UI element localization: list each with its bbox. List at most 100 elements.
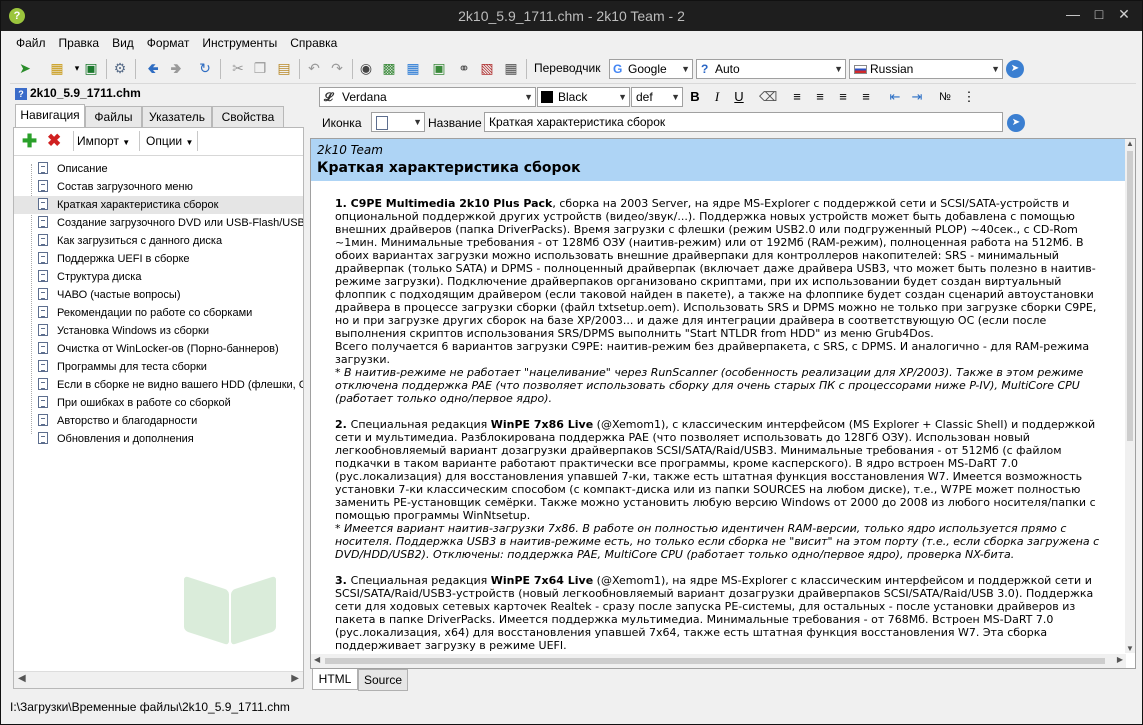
tree-item[interactable]: Если в сборке не видно вашего HDD (флешк…	[14, 376, 303, 394]
tab-properties[interactable]: Свойства	[212, 106, 284, 127]
tree-item[interactable]: Состав загрузочного меню	[14, 178, 303, 196]
open-folder-icon[interactable]: ▦	[48, 59, 66, 77]
doc-team: 2k10 Team	[317, 143, 383, 157]
indent-icon[interactable]: ⇥	[908, 87, 926, 107]
tree-item-selected[interactable]: Краткая характеристика сборок	[14, 196, 303, 214]
tab-source[interactable]: Source	[358, 669, 408, 691]
tree-item[interactable]: Структура диска	[14, 268, 303, 286]
translation-engine-select[interactable]: G Google ▼	[609, 59, 693, 79]
menu-help[interactable]: Справка	[284, 32, 344, 50]
page-icon	[38, 234, 48, 246]
translate-go-icon[interactable]: ➤	[1006, 60, 1024, 78]
import-button[interactable]: Импорт ▼	[77, 134, 130, 148]
tree-item[interactable]: Установка Windows из сборки	[14, 322, 303, 340]
apply-title-icon[interactable]: ➤	[1007, 114, 1025, 132]
menu-view[interactable]: Вид	[106, 32, 141, 50]
save-icon[interactable]: ▣	[82, 59, 100, 77]
refresh-icon[interactable]: ↻	[196, 59, 214, 77]
scroll-thumb[interactable]	[1127, 151, 1133, 441]
menu-file[interactable]: Файл	[10, 32, 53, 50]
paragraph-2: 2. Специальная редакция WinPE 7x86 Live …	[335, 418, 1100, 561]
redo-icon[interactable]: ↷	[328, 59, 346, 77]
table-icon[interactable]: ▦	[502, 59, 520, 77]
menu-tools[interactable]: Инструменты	[196, 32, 284, 50]
scroll-thumb[interactable]	[325, 658, 1105, 664]
menu-format[interactable]: Формат	[141, 32, 197, 50]
tree-item[interactable]: Обновления и дополнения	[14, 430, 303, 448]
chevron-down-icon: ▼	[991, 64, 1000, 74]
link-icon[interactable]: ⚭	[455, 59, 473, 77]
eraser-icon[interactable]: ⌫	[759, 87, 777, 107]
tab-html[interactable]: HTML	[312, 669, 358, 690]
align-right-icon[interactable]: ≡	[834, 87, 852, 107]
title-input[interactable]: Краткая характеристика сборок	[484, 112, 1003, 132]
document-horizontal-scrollbar[interactable]: ◀ ▶	[311, 654, 1126, 668]
align-justify-icon[interactable]: ≡	[857, 87, 875, 107]
scroll-right-icon[interactable]: ▶	[1117, 655, 1123, 664]
nav-horizontal-scrollbar[interactable]: ◀ ▶	[14, 671, 303, 688]
cut-icon[interactable]: ✂	[229, 59, 247, 77]
source-language-select[interactable]: ? Auto ▼	[696, 59, 846, 79]
page-icon	[38, 396, 48, 408]
scroll-down-icon[interactable]: ▼	[1126, 644, 1134, 653]
underline-icon[interactable]: U	[730, 87, 748, 107]
size-select[interactable]: def ▼	[631, 87, 683, 107]
menu-edit[interactable]: Правка	[53, 32, 107, 50]
tab-files[interactable]: Файлы	[85, 106, 142, 127]
target-language-select[interactable]: Russian ▼	[849, 59, 1003, 79]
tree-item[interactable]: При ошибках в работе со сборкой	[14, 394, 303, 412]
scroll-left-icon[interactable]: ◀	[314, 655, 320, 664]
tree-item[interactable]: Очистка от WinLocker-ов (Порно-баннеров)	[14, 340, 303, 358]
tree-item[interactable]: Программы для теста сборки	[14, 358, 303, 376]
document-vertical-scrollbar[interactable]: ▲ ▼	[1125, 139, 1135, 653]
tree-item[interactable]: ЧАВО (частые вопросы)	[14, 286, 303, 304]
scroll-right-icon[interactable]: ▶	[291, 673, 299, 684]
icon-select[interactable]: ▼	[371, 112, 425, 132]
page-icon	[38, 342, 48, 354]
scroll-up-icon[interactable]: ▲	[1126, 139, 1134, 148]
tree-item[interactable]: Авторство и благодарности	[14, 412, 303, 430]
close-button[interactable]: ✕	[1114, 5, 1134, 23]
page-icon	[38, 360, 48, 372]
settings-icon[interactable]: ⚙	[111, 59, 129, 77]
numbered-list-icon[interactable]: №	[936, 87, 954, 107]
file-name: ? 2k10_5.9_1711.chm	[15, 86, 141, 100]
options-button[interactable]: Опции ▼	[146, 134, 193, 148]
back-icon[interactable]: 🢀	[144, 59, 162, 77]
tab-index[interactable]: Указатель	[142, 106, 212, 127]
undo-icon[interactable]: ↶	[305, 59, 323, 77]
outdent-icon[interactable]: ⇤	[886, 87, 904, 107]
copy-icon[interactable]: ❐	[251, 59, 269, 77]
bold-icon[interactable]: B	[686, 87, 704, 107]
document-view[interactable]: 2k10 Team Краткая характеристика сборок …	[310, 138, 1136, 669]
open-icon[interactable]: ➤	[16, 59, 34, 77]
tree-item[interactable]: Как загрузиться с данного диска	[14, 232, 303, 250]
left-panel: ? 2k10_5.9_1711.chm Навигация Файлы Указа…	[10, 84, 307, 691]
minimize-button[interactable]: —	[1063, 5, 1083, 23]
tree-item[interactable]: Создание загрузочного DVD или USB-Flash/…	[14, 214, 303, 232]
delete-icon[interactable]: ✖	[47, 131, 61, 151]
scroll-left-icon[interactable]: ◀	[18, 673, 26, 684]
tree-item[interactable]: Описание	[14, 160, 303, 178]
add-icon[interactable]: ✚	[22, 131, 37, 151]
forward-icon[interactable]: 🢂	[167, 59, 185, 77]
help-icon: ?	[701, 62, 709, 76]
image-edit-icon[interactable]: ▩	[380, 59, 398, 77]
insert-image-icon[interactable]: ▦	[404, 59, 422, 77]
tab-navigation[interactable]: Навигация	[15, 104, 85, 127]
italic-icon[interactable]: I	[708, 87, 726, 107]
color-select[interactable]: Black ▼	[537, 87, 630, 107]
tree-item[interactable]: Рекомендации по работе со сборками	[14, 304, 303, 322]
bookmark-icon[interactable]: ▧	[478, 59, 496, 77]
picture-icon[interactable]: ▣	[430, 59, 448, 77]
font-icon: 𝓛	[324, 90, 333, 104]
font-select[interactable]: 𝓛 Verdana ▼	[319, 87, 536, 107]
bullet-list-icon[interactable]: ⋮	[960, 87, 978, 107]
align-center-icon[interactable]: ≡	[811, 87, 829, 107]
align-left-icon[interactable]: ≡	[788, 87, 806, 107]
maximize-button[interactable]: □	[1089, 5, 1109, 23]
paste-icon[interactable]: ▤	[275, 59, 293, 77]
tree-item[interactable]: Поддержка UEFI в сборке	[14, 250, 303, 268]
document-body: 1. C9PE Multimedia 2k10 Plus Pack, сборк…	[335, 197, 1110, 665]
find-icon[interactable]: ◉	[357, 59, 375, 77]
